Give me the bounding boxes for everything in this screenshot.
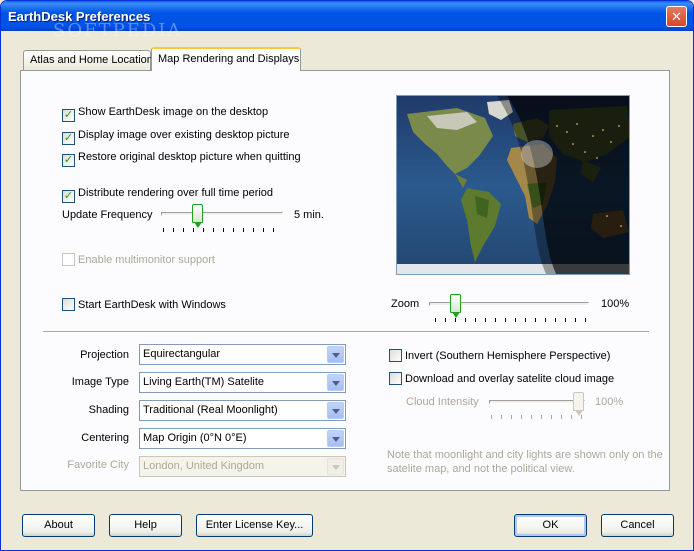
preferences-window: EarthDesk Preferences ✕ SOFTPEDIA Atlas … [0, 0, 694, 551]
centering-value: Map Origin (0°N 0°E) [143, 432, 247, 444]
earth-map-image [397, 96, 629, 274]
invert-label: Invert (Southern Hemisphere Perspective) [405, 350, 611, 362]
cloud-overlay-checkbox[interactable]: Download and overlay satelite cloud imag… [389, 372, 614, 388]
cloud-intensity-value: 100% [595, 396, 624, 408]
checkmark-icon: ✓ [62, 109, 75, 122]
update-frequency-thumb[interactable] [192, 204, 203, 228]
projection-value: Equirectangular [143, 348, 221, 360]
multimonitor-label: Enable multimonitor support [78, 254, 215, 266]
image-type-select[interactable]: Living Earth(TM) Satelite [139, 372, 346, 393]
chevron-down-icon[interactable] [327, 430, 344, 447]
update-frequency-value: 5 min. [294, 209, 324, 221]
checkmark-icon: ✓ [62, 154, 75, 167]
centering-select[interactable]: Map Origin (0°N 0°E) [139, 428, 346, 449]
chevron-down-icon[interactable] [327, 346, 344, 363]
map-preview [396, 95, 630, 275]
chevron-down-icon[interactable] [327, 458, 344, 475]
zoom-ticks [435, 318, 587, 322]
show-image-label: Show EarthDesk image on the desktop [78, 106, 269, 118]
about-button[interactable]: About [22, 514, 95, 537]
projection-select[interactable]: Equirectangular [139, 344, 346, 365]
start-with-windows-checkbox[interactable]: Start EarthDesk with Windows [62, 298, 226, 314]
projection-label: Projection [80, 349, 129, 361]
display-over-label: Display image over existing desktop pict… [78, 129, 290, 141]
centering-label: Centering [81, 432, 129, 444]
chevron-down-icon[interactable] [327, 374, 344, 391]
update-frequency-label: Update Frequency [62, 209, 153, 221]
zoom-thumb[interactable] [450, 294, 461, 318]
restore-original-checkbox[interactable]: ✓ Restore original desktop picture when q… [62, 150, 301, 167]
favorite-city-label: Favorite City [67, 459, 129, 471]
shading-label: Shading [88, 404, 129, 416]
update-frequency-track[interactable] [161, 212, 283, 216]
shading-select[interactable]: Traditional (Real Moonlight) [139, 400, 346, 421]
cloud-overlay-label: Download and overlay satelite cloud imag… [405, 373, 615, 385]
image-type-label: Image Type [71, 376, 129, 388]
update-frequency-ticks [163, 228, 283, 232]
cancel-button[interactable]: Cancel [601, 514, 674, 537]
chevron-down-icon[interactable] [327, 402, 344, 419]
cloud-intensity-label: Cloud Intensity [406, 396, 479, 408]
display-over-checkbox[interactable]: ✓ Display image over existing desktop pic… [62, 128, 290, 145]
favorite-city-select[interactable]: London, United Kingdom [139, 456, 346, 477]
cloud-intensity-ticks [491, 415, 585, 419]
distribute-rendering-checkbox[interactable]: ✓ Distribute rendering over full time per… [62, 186, 274, 203]
invert-checkbox[interactable]: Invert (Southern Hemisphere Perspective) [389, 349, 610, 365]
cloud-intensity-thumb[interactable] [573, 392, 584, 416]
multimonitor-checkbox[interactable]: Enable multimonitor support [62, 253, 215, 269]
help-button[interactable]: Help [109, 514, 182, 537]
favorite-city-value: London, United Kingdom [143, 460, 265, 472]
show-image-checkbox[interactable]: ✓ Show EarthDesk image on the desktop [62, 105, 269, 122]
enter-license-key-button[interactable]: Enter License Key... [196, 514, 313, 537]
zoom-label: Zoom [391, 298, 420, 310]
zoom-value: 100% [601, 298, 630, 310]
separator [43, 331, 649, 333]
start-with-windows-label: Start EarthDesk with Windows [78, 299, 226, 311]
checkmark-icon: ✓ [62, 132, 75, 145]
restore-original-label: Restore original desktop picture when qu… [78, 151, 301, 163]
cloud-intensity-track[interactable] [489, 400, 585, 404]
checkmark-icon: ✓ [62, 190, 75, 203]
shading-value: Traditional (Real Moonlight) [143, 404, 278, 416]
moonlight-note: Note that moonlight and city lights are … [387, 449, 663, 475]
distribute-rendering-label: Distribute rendering over full time peri… [78, 187, 274, 199]
ok-button[interactable]: OK [514, 514, 587, 537]
image-type-value: Living Earth(TM) Satelite [143, 376, 265, 388]
